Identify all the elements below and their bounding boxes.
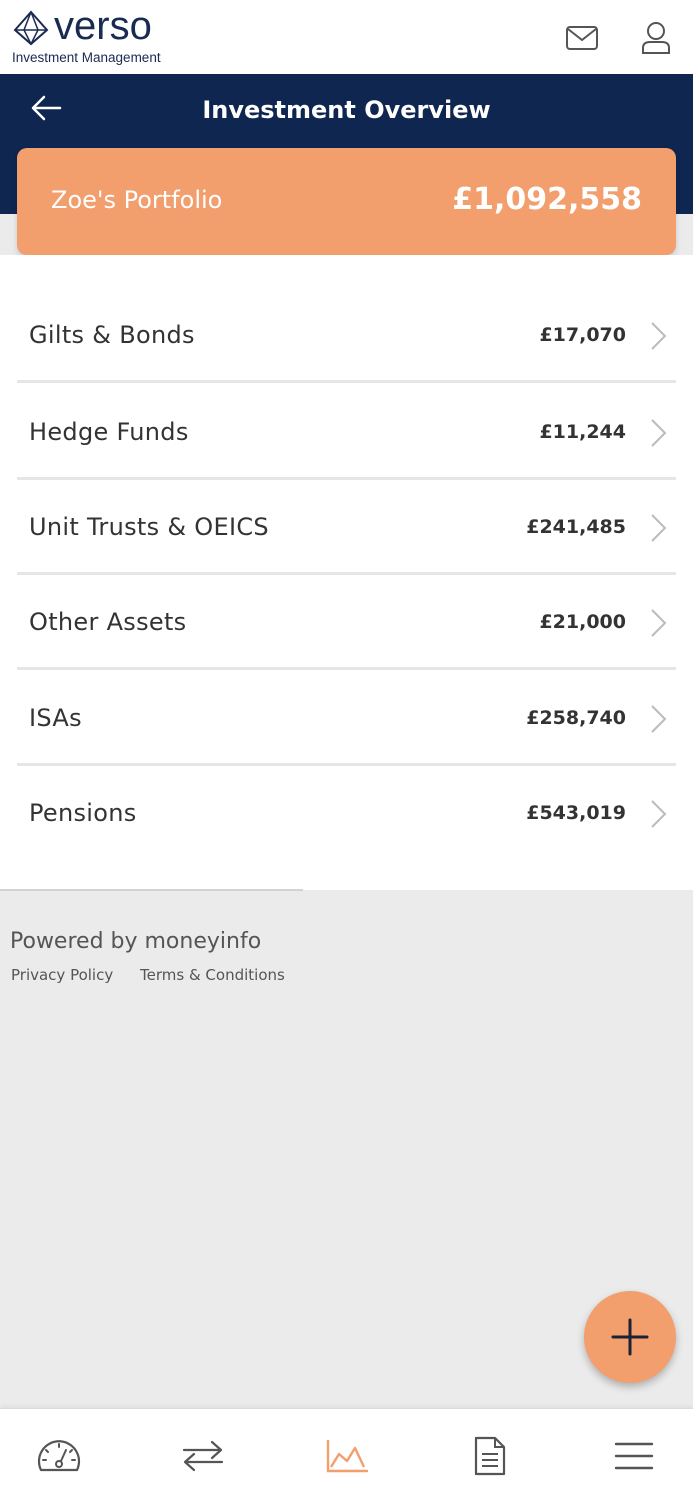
divider <box>17 667 676 670</box>
add-button[interactable] <box>584 1291 676 1383</box>
list-item-value: £258,740 <box>526 707 626 729</box>
brand-logo[interactable]: verso Investment Management <box>12 4 182 68</box>
brand-name: verso <box>54 4 152 48</box>
list-item-label: Unit Trusts & OEICS <box>29 513 269 541</box>
list-item-pensions[interactable]: Pensions £543,019 <box>17 766 676 861</box>
list-item-value: £11,244 <box>539 421 626 443</box>
list-item-isas[interactable]: ISAs £258,740 <box>17 671 676 766</box>
list-item-value: £17,070 <box>539 324 626 346</box>
document-icon <box>474 1436 506 1476</box>
chart-icon <box>326 1439 369 1473</box>
list-item-unit-trusts[interactable]: Unit Trusts & OEICS £241,485 <box>17 480 676 575</box>
nav-investments[interactable] <box>322 1433 372 1479</box>
list-item-label: Hedge Funds <box>29 418 189 446</box>
list-item-label: Other Assets <box>29 608 187 636</box>
menu-icon <box>614 1442 654 1470</box>
transfer-icon <box>182 1440 224 1472</box>
list-item-value: £543,019 <box>526 802 626 824</box>
chevron-right-icon <box>651 609 667 637</box>
list-item-label: ISAs <box>29 704 82 732</box>
chevron-right-icon <box>651 705 667 733</box>
powered-by-text: Powered by moneyinfo <box>10 929 262 954</box>
list-item-other-assets[interactable]: Other Assets £21,000 <box>17 575 676 670</box>
dashboard-icon <box>37 1440 81 1472</box>
list-item-hedge-funds[interactable]: Hedge Funds £11,244 <box>17 385 676 480</box>
mail-icon[interactable] <box>562 18 602 58</box>
terms-conditions-link[interactable]: Terms & Conditions <box>140 966 285 984</box>
asset-list: Gilts & Bonds £17,070 Hedge Funds £11,24… <box>0 255 693 890</box>
diamond-logo-icon <box>13 10 49 46</box>
privacy-policy-link[interactable]: Privacy Policy <box>11 966 113 984</box>
chevron-right-icon <box>651 800 667 828</box>
list-item-value: £21,000 <box>539 611 626 633</box>
footer-links: Privacy Policy Terms & Conditions <box>11 966 307 984</box>
list-item-value: £241,485 <box>526 516 626 538</box>
nav-menu[interactable] <box>609 1433 659 1479</box>
chevron-right-icon <box>651 514 667 542</box>
divider <box>0 889 303 891</box>
divider <box>17 380 676 383</box>
chevron-right-icon <box>651 322 667 350</box>
nav-transfers[interactable] <box>178 1433 228 1479</box>
nav-documents[interactable] <box>465 1433 515 1479</box>
list-item-label: Pensions <box>29 799 137 827</box>
user-icon[interactable] <box>636 18 676 58</box>
page-title: Investment Overview <box>202 96 491 124</box>
list-item-label: Gilts & Bonds <box>29 321 195 349</box>
nav-dashboard[interactable] <box>34 1433 84 1479</box>
bottom-nav <box>0 1408 693 1500</box>
brand-tagline: Investment Management <box>12 50 161 65</box>
portfolio-name: Zoe's Portfolio <box>51 186 223 214</box>
plus-icon <box>611 1318 649 1356</box>
list-item-gilts-bonds[interactable]: Gilts & Bonds £17,070 <box>17 288 676 383</box>
portfolio-summary-card[interactable]: Zoe's Portfolio £1,092,558 <box>17 148 676 255</box>
portfolio-total-value: £1,092,558 <box>452 182 642 217</box>
top-bar: verso Investment Management <box>0 0 693 74</box>
chevron-right-icon <box>651 419 667 447</box>
